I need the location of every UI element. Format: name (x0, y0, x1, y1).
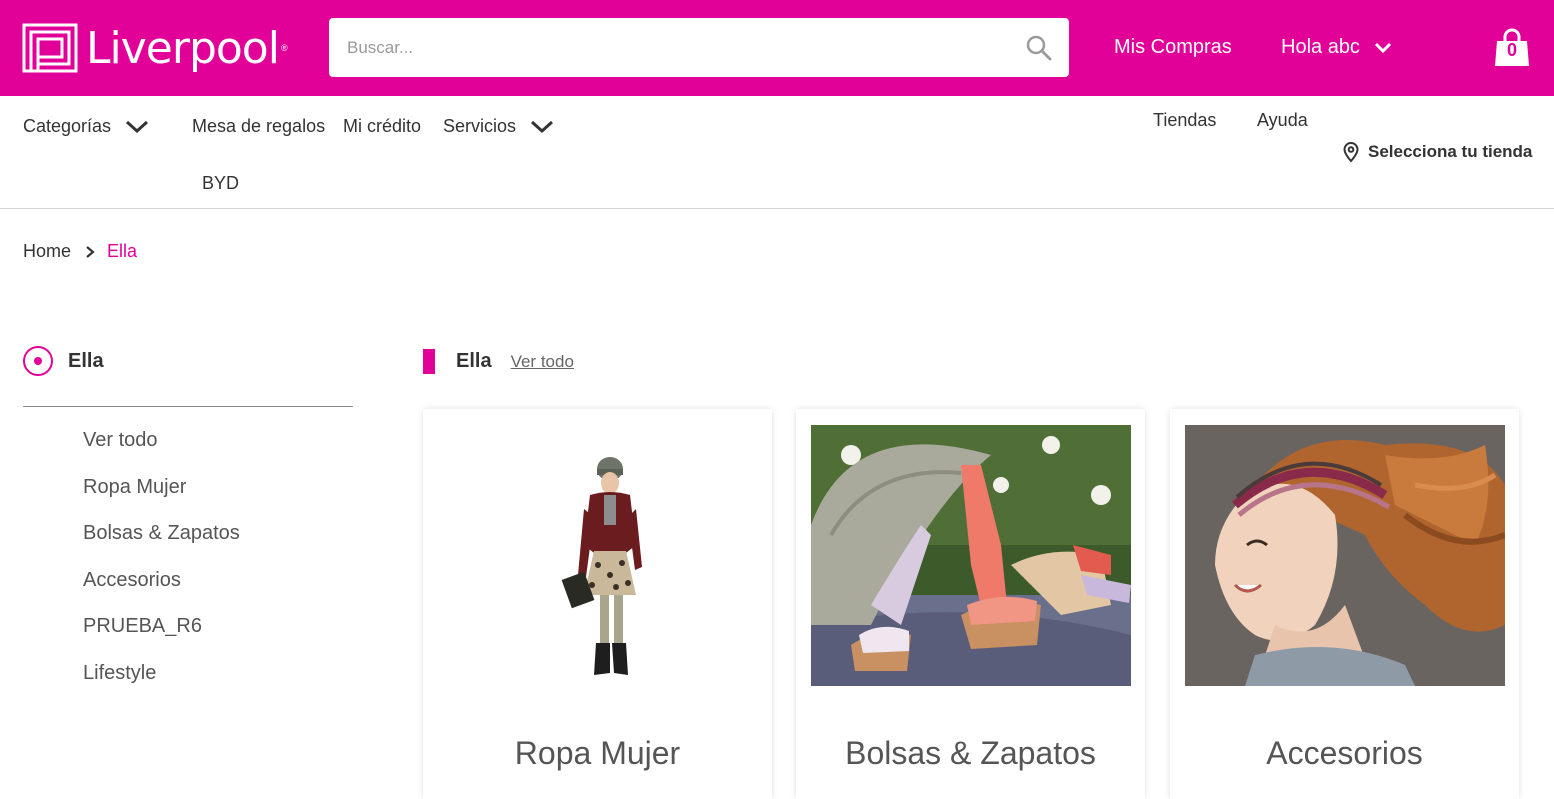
chevron-down-icon (531, 120, 554, 133)
nav-tiendas[interactable]: Tiendas (1153, 110, 1216, 131)
sidebar-divider (23, 406, 353, 407)
sidebar-item-ropa-mujer[interactable]: Ropa Mujer (83, 474, 240, 521)
account-menu[interactable]: Hola abc (1281, 36, 1392, 59)
nav-byd[interactable]: BYD (202, 173, 239, 194)
card-label: Accesorios (1266, 735, 1423, 771)
see-all-link[interactable]: Ver todo (511, 352, 574, 372)
chevron-down-icon (126, 120, 149, 133)
liverpool-logo[interactable]: Liverpool ® (22, 18, 288, 78)
search-icon[interactable] (1025, 34, 1053, 62)
radio-selected-icon (23, 346, 53, 376)
section-accent-bar (423, 349, 435, 374)
search-input[interactable] (329, 18, 1025, 77)
sidebar-item-accesorios[interactable]: Accesorios (83, 567, 240, 614)
category-card-bolsas-zapatos[interactable]: Bolsas & Zapatos (796, 409, 1145, 799)
nav-servicios-label: Servicios (443, 116, 517, 136)
card-image-bolsas-zapatos (811, 425, 1131, 686)
sidebar-item-lifestyle[interactable]: Lifestyle (83, 660, 240, 707)
breadcrumb-home[interactable]: Home (23, 241, 71, 262)
search-box (329, 18, 1069, 77)
card-image-ropa-mujer (438, 425, 758, 686)
location-pin-icon (1343, 141, 1359, 163)
nav-categorias-label: Categorías (23, 116, 112, 136)
card-image-accesorios (1185, 425, 1505, 686)
card-label: Bolsas & Zapatos (845, 735, 1096, 771)
breadcrumb-current: Ella (107, 241, 138, 261)
chevron-right-icon (85, 245, 95, 259)
select-store-button[interactable]: Selecciona tu tienda (1342, 141, 1532, 163)
nav-ayuda[interactable]: Ayuda (1257, 110, 1308, 131)
section-header: Ella Ver todo (423, 349, 574, 374)
nav-mesa-de-regalos[interactable]: Mesa de regalos (192, 116, 325, 137)
sidebar-category-ella[interactable]: Ella (23, 346, 104, 376)
sidebar-item-bolsas-zapatos[interactable]: Bolsas & Zapatos (83, 520, 240, 567)
sidebar-list: Ver todo Ropa Mujer Bolsas & Zapatos Acc… (83, 427, 240, 707)
select-store-label: Selecciona tu tienda (1368, 142, 1533, 161)
card-label: Ropa Mujer (514, 735, 681, 771)
cart-button[interactable]: 0 (1494, 28, 1530, 68)
mis-compras-link[interactable]: Mis Compras (1114, 36, 1232, 59)
sidebar-item-ver-todo[interactable]: Ver todo (83, 427, 240, 474)
logo-text: Liverpool (86, 22, 280, 74)
registered-mark: ® (280, 43, 288, 53)
chevron-down-icon (1374, 42, 1391, 53)
greeting-label: Hola abc (1281, 36, 1360, 58)
nav-servicios[interactable]: Servicios (443, 116, 554, 137)
nav-categorias[interactable]: Categorías (23, 116, 149, 137)
nav-mi-credito[interactable]: Mi crédito (343, 116, 421, 137)
cart-count: 0 (1506, 40, 1517, 60)
sidebar-title: Ella (68, 349, 104, 372)
section-title: Ella (456, 350, 492, 372)
category-card-accesorios[interactable]: Accesorios (1170, 409, 1519, 799)
sidebar-item-prueba-r6[interactable]: PRUEBA_R6 (83, 613, 240, 660)
breadcrumb: Home Ella (23, 241, 137, 262)
top-header: Liverpool ® Mis Compras Hola abc 0 (0, 0, 1554, 96)
secondary-nav: Categorías Mesa de regalos Mi crédito Se… (0, 96, 1554, 209)
logo-mark-icon (22, 23, 78, 73)
category-card-ropa-mujer[interactable]: Ropa Mujer (423, 409, 772, 799)
